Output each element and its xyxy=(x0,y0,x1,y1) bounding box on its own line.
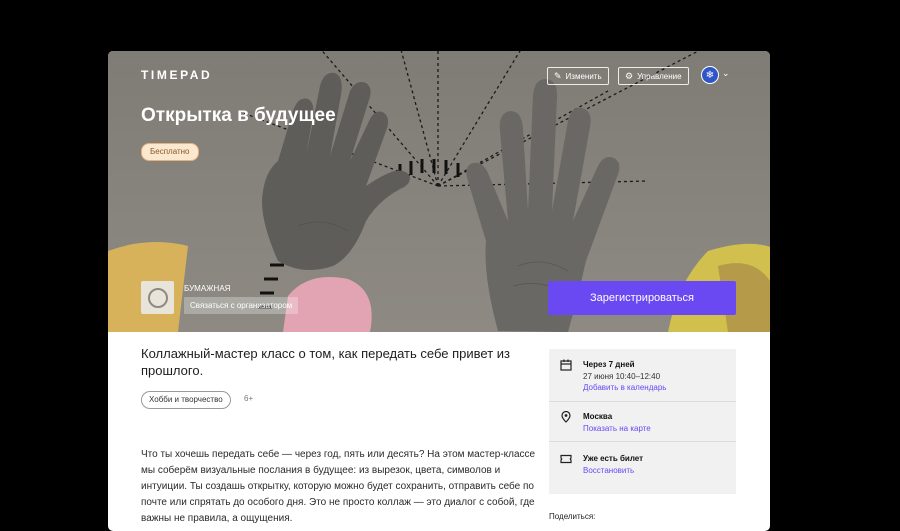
gear-icon: ⚙ xyxy=(625,70,634,81)
calendar-icon xyxy=(560,359,572,371)
manage-button[interactable]: ⚙ Управление xyxy=(618,67,689,85)
ticket-title: Уже есть билет xyxy=(583,454,644,463)
ticket-icon xyxy=(560,454,572,464)
pencil-icon: ✎ xyxy=(554,70,562,81)
divider xyxy=(549,401,736,402)
hero-banner: TIMEPAD ✎ Изменить ⚙ Управление ❄ ⌄ Откр… xyxy=(108,51,770,332)
show-on-map-link[interactable]: Показать на карте xyxy=(583,424,651,433)
organizer-name[interactable]: БУМАЖНАЯ xyxy=(184,284,230,293)
chevron-down-icon[interactable]: ⌄ xyxy=(722,68,730,79)
event-card: TIMEPAD ✎ Изменить ⚙ Управление ❄ ⌄ Откр… xyxy=(108,51,770,531)
user-avatar[interactable]: ❄ xyxy=(701,66,719,84)
date-title: Через 7 дней xyxy=(583,360,635,369)
register-button[interactable]: Зарегистрироваться xyxy=(548,281,736,315)
date-value: 27 июня 10:40–12:40 xyxy=(583,372,661,381)
contact-organizer-button[interactable]: Связаться с организатором xyxy=(184,297,299,314)
age-limit: 6+ xyxy=(244,394,254,403)
category-tag[interactable]: Хобби и творчество xyxy=(141,391,231,409)
divider xyxy=(549,441,736,442)
event-description: Что ты хочешь передать себе — через год,… xyxy=(141,449,536,524)
location-pin-icon xyxy=(561,411,571,423)
manage-button-label: Управление xyxy=(637,71,682,81)
price-badge: Бесплатно xyxy=(141,143,199,161)
event-lead: Коллажный-мастер класс о том, как переда… xyxy=(141,346,510,378)
timepad-logo[interactable]: TIMEPAD xyxy=(141,68,212,82)
restore-ticket-link[interactable]: Восстановить xyxy=(583,466,634,475)
edit-button[interactable]: ✎ Изменить xyxy=(547,67,609,85)
event-info-panel: Через 7 дней 27 июня 10:40–12:40 Добавит… xyxy=(549,349,736,494)
add-to-calendar-link[interactable]: Добавить в календарь xyxy=(583,383,666,392)
organizer-logo[interactable] xyxy=(141,281,174,314)
share-label: Поделиться: xyxy=(549,512,596,521)
place-title: Москва xyxy=(583,412,613,421)
event-title: Открытка в будущее xyxy=(141,105,336,126)
edit-button-label: Изменить xyxy=(565,71,602,81)
